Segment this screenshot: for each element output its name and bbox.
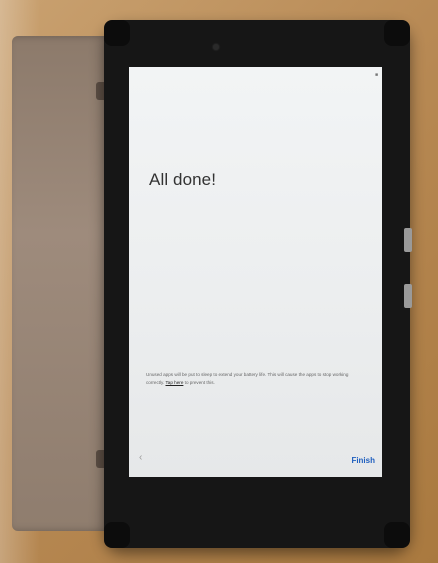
case-corner-bottom-left (104, 522, 130, 548)
tap-here-link[interactable]: Tap here (166, 380, 184, 385)
chevron-left-icon[interactable]: ‹ (139, 452, 142, 463)
case-corner-top-right (384, 20, 410, 46)
front-camera (213, 44, 219, 50)
case-corner-bottom-right (384, 522, 410, 548)
status-indicator-icon: ■ (374, 72, 378, 78)
volume-button (404, 228, 412, 252)
power-button (404, 284, 412, 308)
page-title: All done! (149, 170, 217, 189)
case-corner-top-left (104, 20, 130, 46)
setup-screen: ■ All done! Unused apps will be put to s… (129, 67, 382, 477)
notice-text-end: to prevent this. (184, 380, 215, 385)
finish-button[interactable]: Finish (351, 456, 375, 465)
battery-notice: Unused apps will be put to sleep to exte… (146, 371, 366, 387)
